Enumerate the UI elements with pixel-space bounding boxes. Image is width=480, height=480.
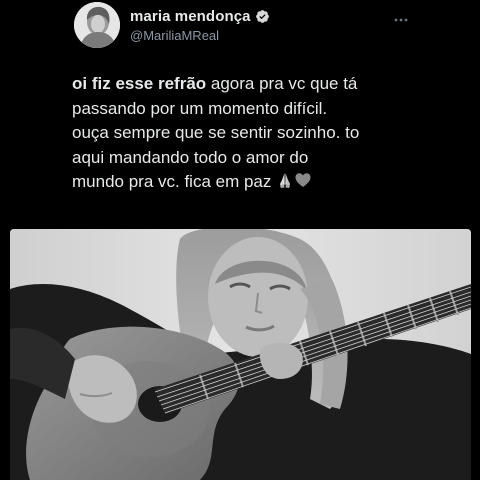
tweet-media-photo[interactable] (10, 229, 471, 480)
tweet-text-line-5-wrap: mundo pra vc. fica em paz (72, 170, 467, 197)
tweet-text-line-4: aqui mandando todo o amor do (72, 147, 309, 167)
tweet-text-line-3: ouça sempre que se sentir sozinho. to (72, 123, 360, 143)
heart-emoji (294, 171, 312, 197)
tweet-text-line-2: passando por um momento difícil. (72, 98, 328, 118)
photo-person-playing-guitar (10, 229, 471, 480)
tweet-text-bold-lead: oi fiz esse refrão (72, 74, 207, 93)
more-options-icon[interactable] (393, 10, 409, 22)
tweet-text-line-1-rest: agora pra vc que tá (206, 74, 358, 93)
tweet-text-line-5: mundo pra vc. fica em paz (72, 172, 272, 192)
author-handle[interactable]: @MariliaMReal (130, 28, 219, 43)
avatar[interactable] (74, 2, 120, 48)
tweet-text-line-1: oi fiz esse refrão agora pra vc que tá (72, 72, 467, 97)
folded-hands-emoji (276, 171, 294, 197)
avatar-image (74, 2, 120, 48)
verified-badge-icon (255, 9, 270, 24)
display-name[interactable]: maria mendonça (130, 8, 251, 25)
author-name-row: maria mendonça (130, 8, 270, 25)
tweet-text: oi fiz esse refrão agora pra vc que tá p… (72, 72, 467, 197)
